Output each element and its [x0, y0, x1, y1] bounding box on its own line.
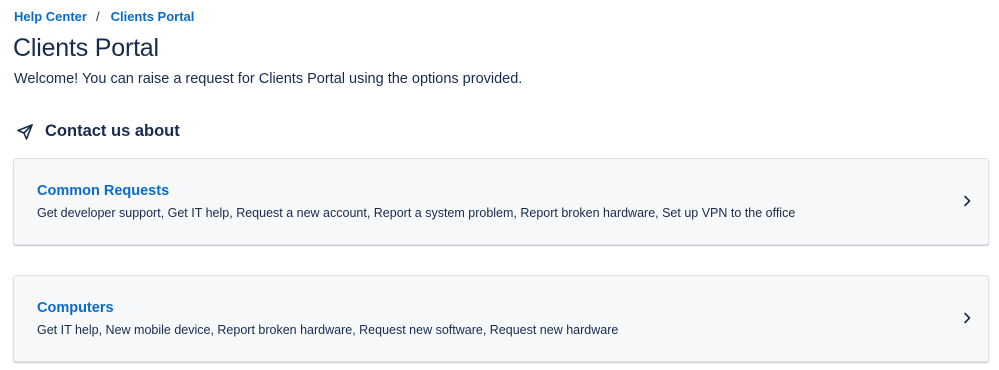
chevron-right-icon: [960, 194, 974, 208]
send-icon: [16, 123, 34, 141]
chevron-right-icon: [960, 311, 974, 325]
breadcrumb-clients-portal-link[interactable]: Clients Portal: [111, 9, 195, 24]
contact-section-heading: Contact us about: [16, 122, 180, 141]
welcome-text: Welcome! You can raise a request for Cli…: [14, 71, 523, 87]
card-title: Common Requests: [37, 183, 170, 199]
request-group-card-computers[interactable]: Computers Get IT help, New mobile device…: [13, 275, 989, 362]
request-group-card-common-requests[interactable]: Common Requests Get developer support, G…: [13, 158, 989, 245]
breadcrumb: Help Center / Clients Portal: [14, 9, 194, 24]
page-title: Clients Portal: [13, 34, 159, 62]
portal-page: Help Center / Clients Portal Clients Por…: [0, 0, 999, 370]
breadcrumb-help-center-link[interactable]: Help Center: [14, 9, 87, 24]
section-heading-text: Contact us about: [45, 122, 180, 140]
card-description: Get developer support, Get IT help, Requ…: [37, 206, 796, 220]
card-description: Get IT help, New mobile device, Report b…: [37, 323, 619, 337]
card-title: Computers: [37, 300, 114, 316]
breadcrumb-separator: /: [95, 9, 100, 24]
